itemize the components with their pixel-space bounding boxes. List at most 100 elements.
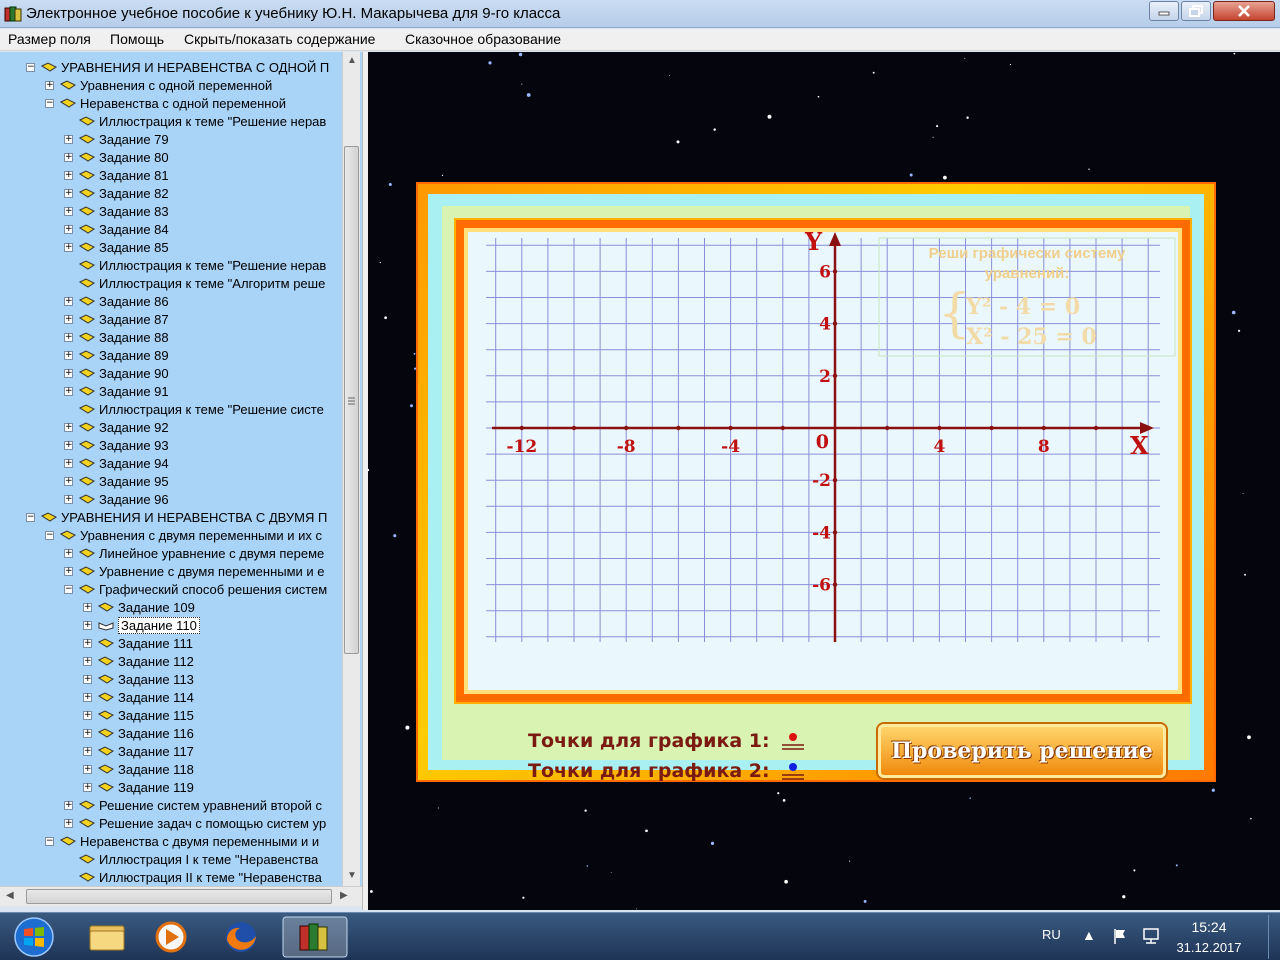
graph-area[interactable]: -12 -8 -4 4 8 6 4 2 -2 -4 -6 0 X Y Реши графически си… (468, 227, 1178, 690)
tree-item[interactable]: + Задание 87 (64, 310, 342, 328)
tree-vertical-scrollbar[interactable]: ▲ ▼ (342, 52, 360, 886)
explorer-taskbar-button[interactable] (78, 916, 136, 958)
expand-icon[interactable]: + (83, 620, 92, 630)
expand-icon[interactable]: + (64, 566, 73, 576)
expand-icon[interactable]: + (64, 224, 73, 234)
tree-item[interactable]: + Задание 86 (64, 292, 342, 310)
tree-item[interactable]: + Задание 111 (83, 634, 342, 652)
tree-item[interactable]: − УРАВНЕНИЯ И НЕРАВЕНСТВА С ОДНОЙ П (26, 58, 342, 76)
tree-item[interactable]: + Линейное уравнение с двумя переме (64, 544, 342, 562)
expand-icon[interactable]: + (64, 188, 73, 198)
tree-item[interactable]: + Уравнение с двумя переменными и е (64, 562, 342, 580)
check-solution-button[interactable]: Проверить решение (878, 724, 1166, 778)
tree-item[interactable]: + Решение систем уравнений второй с (64, 796, 342, 814)
coordinate-plane[interactable]: -12 -8 -4 4 8 6 4 2 -2 -4 -6 0 X Y Реши графически си… (468, 227, 1178, 690)
scroll-up-arrow-icon[interactable]: ▲ (347, 55, 357, 66)
tree-item[interactable]: + Задание 81 (64, 166, 342, 184)
tree-item[interactable]: + Задание 84 (64, 220, 342, 238)
expand-icon[interactable]: + (64, 314, 73, 324)
tree-item[interactable]: + Задание 109 (83, 598, 342, 616)
expand-icon[interactable]: + (64, 206, 73, 216)
collapse-icon[interactable]: − (64, 584, 73, 594)
tree-item[interactable]: Иллюстрация II к теме "Неравенства (64, 868, 342, 886)
tree-vertical-scroll-thumb[interactable] (344, 146, 359, 654)
tree-item[interactable]: + Задание 113 (83, 670, 342, 688)
firefox-taskbar-button[interactable] (212, 916, 270, 958)
tree-item[interactable]: + Задание 96 (64, 490, 342, 508)
points-graph-2-button[interactable] (780, 760, 806, 782)
expand-icon[interactable]: + (83, 602, 92, 612)
expand-icon[interactable]: + (83, 638, 92, 648)
tree-item[interactable]: Иллюстрация к теме "Решение нерав (64, 112, 342, 130)
title-bar[interactable]: Электронное учебное пособие к учебнику Ю… (0, 0, 1280, 28)
tree-item[interactable]: + Задание 82 (64, 184, 342, 202)
scroll-right-arrow-icon[interactable]: ▶ (340, 890, 348, 901)
expand-icon[interactable]: + (83, 782, 92, 792)
expand-icon[interactable]: + (64, 818, 73, 828)
expand-icon[interactable]: + (83, 728, 92, 738)
points-graph-1-button[interactable] (780, 730, 806, 752)
expand-icon[interactable]: + (83, 710, 92, 720)
tree-item[interactable]: + Задание 80 (64, 148, 342, 166)
expand-icon[interactable]: + (64, 386, 73, 396)
tree-item[interactable]: + Задание 89 (64, 346, 342, 364)
tree-item[interactable]: + Задание 110 (83, 616, 342, 634)
tree-item[interactable]: Иллюстрация к теме "Решение нерав (64, 256, 342, 274)
collapse-icon[interactable]: − (45, 836, 54, 846)
expand-icon[interactable]: + (64, 368, 73, 378)
tree-item[interactable]: + Задание 95 (64, 472, 342, 490)
tree-item[interactable]: − Графический способ решения систем (64, 580, 342, 598)
expand-icon[interactable]: + (64, 548, 73, 558)
expand-icon[interactable]: + (83, 674, 92, 684)
tree-item[interactable]: Иллюстрация I к теме "Неравенства (64, 850, 342, 868)
menu-fairy-education[interactable]: Сказочное образование (405, 31, 561, 47)
tree-item[interactable]: + Задание 115 (83, 706, 342, 724)
tree-item[interactable]: Иллюстрация к теме "Алгоритм реше (64, 274, 342, 292)
network-icon[interactable] (1142, 927, 1162, 945)
tree-item[interactable]: − Уравнения с двумя переменными и их с (45, 526, 342, 544)
tree-item[interactable]: − Неравенства с двумя переменными и и (45, 832, 342, 850)
tree-horizontal-scrollbar[interactable]: ◀ ▶ (0, 886, 362, 906)
expand-icon[interactable]: + (64, 800, 73, 810)
expand-icon[interactable]: + (64, 476, 73, 486)
tree-item[interactable]: + Задание 94 (64, 454, 342, 472)
minimize-button[interactable] (1149, 1, 1179, 21)
tree-item[interactable]: + Задание 118 (83, 760, 342, 778)
expand-icon[interactable]: + (45, 80, 54, 90)
restore-button[interactable] (1181, 1, 1211, 21)
tree-item[interactable]: + Задание 85 (64, 238, 342, 256)
menu-field-size[interactable]: Размер поля (8, 31, 91, 47)
scroll-left-arrow-icon[interactable]: ◀ (6, 890, 14, 901)
menu-help[interactable]: Помощь (110, 31, 164, 47)
tree-item[interactable]: + Задание 79 (64, 130, 342, 148)
clock[interactable]: 15:24 31.12.2017 (1176, 919, 1242, 955)
expand-icon[interactable]: + (64, 458, 73, 468)
expand-icon[interactable]: + (64, 170, 73, 180)
media-player-taskbar-button[interactable] (142, 916, 200, 958)
collapse-icon[interactable]: − (26, 512, 35, 522)
expand-icon[interactable]: + (64, 332, 73, 342)
expand-icon[interactable]: + (64, 242, 73, 252)
tree-item[interactable]: Иллюстрация к теме "Решение систе (64, 400, 342, 418)
collapse-icon[interactable]: − (26, 62, 35, 72)
show-desktop-button[interactable] (1268, 915, 1278, 959)
tree-item[interactable]: + Задание 93 (64, 436, 342, 454)
tree-item[interactable]: + Задание 88 (64, 328, 342, 346)
language-indicator[interactable]: RU (1042, 927, 1061, 942)
expand-icon[interactable]: + (64, 350, 73, 360)
collapse-icon[interactable]: − (45, 98, 54, 108)
close-button[interactable] (1213, 1, 1275, 21)
tree-item[interactable]: − УРАВНЕНИЯ И НЕРАВЕНСТВА С ДВУМЯ П (26, 508, 342, 526)
tree-item[interactable]: − Неравенства с одной переменной (45, 94, 342, 112)
scroll-down-arrow-icon[interactable]: ▼ (347, 870, 357, 881)
expand-icon[interactable]: + (64, 134, 73, 144)
menu-toggle-contents[interactable]: Скрыть/показать содержание (184, 31, 375, 47)
show-hidden-icons-icon[interactable]: ▲ (1082, 927, 1096, 943)
tree-item[interactable]: + Уравнения с одной переменной (45, 76, 342, 94)
tree-item[interactable]: + Задание 90 (64, 364, 342, 382)
tree-item[interactable]: + Задание 92 (64, 418, 342, 436)
textbook-app-taskbar-button[interactable] (282, 916, 348, 958)
tree-item[interactable]: + Задание 114 (83, 688, 342, 706)
expand-icon[interactable]: + (64, 440, 73, 450)
tree-item[interactable]: + Задание 112 (83, 652, 342, 670)
